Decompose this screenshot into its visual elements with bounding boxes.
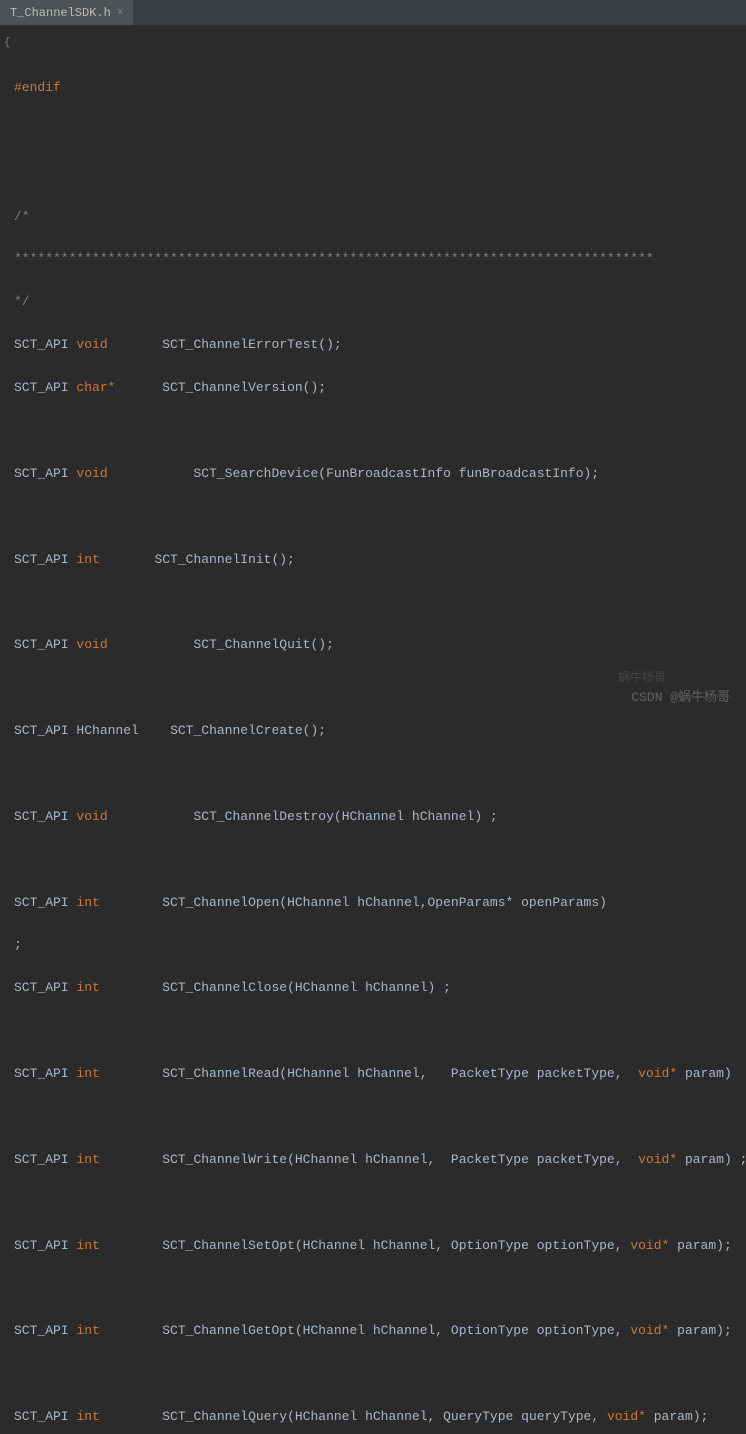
comment-open: /* — [14, 206, 742, 227]
comment-stars: ****************************************… — [14, 248, 742, 269]
fn-read: SCT_ChannelRead(HChannel hChannel, Packe… — [162, 1066, 638, 1081]
fold-brace: { — [4, 34, 11, 52]
fn-close: SCT_ChannelClose(HChannel hChannel) ; — [162, 980, 451, 995]
fn-setopt: SCT_ChannelSetOpt(HChannel hChannel, Opt… — [162, 1238, 630, 1253]
api-macro: SCT_API — [14, 337, 69, 352]
fn-init: SCT_ChannelInit(); — [154, 552, 294, 567]
endif: #endif — [14, 80, 61, 95]
tab-bar: T_ChannelSDK.h × — [0, 0, 746, 26]
close-icon[interactable]: × — [117, 7, 124, 19]
kw-void: void — [76, 337, 107, 352]
code-editor[interactable]: { #endif /* ****************************… — [0, 26, 746, 717]
fn-destroy: SCT_ChannelDestroy(HChannel hChannel) ; — [193, 809, 497, 824]
fn-open: SCT_ChannelOpen(HChannel hChannel,OpenPa… — [162, 895, 607, 910]
fn-create: SCT_ChannelCreate(); — [170, 723, 326, 738]
file-tab[interactable]: T_ChannelSDK.h × — [0, 0, 133, 25]
fn-search-device: SCT_SearchDevice(FunBroadcastInfo funBro… — [193, 466, 599, 481]
tab-filename: T_ChannelSDK.h — [10, 6, 111, 20]
fn-quit: SCT_ChannelQuit(); — [193, 637, 333, 652]
fn-getopt: SCT_ChannelGetOpt(HChannel hChannel, Opt… — [162, 1323, 630, 1338]
comment-close: */ — [14, 291, 742, 312]
fn-error-test: SCT_ChannelErrorTest(); — [162, 337, 341, 352]
fn-write: SCT_ChannelWrite(HChannel hChannel, Pack… — [162, 1152, 638, 1167]
fn-query: SCT_ChannelQuery(HChannel hChannel, Quer… — [162, 1409, 607, 1424]
fn-version: SCT_ChannelVersion(); — [162, 380, 326, 395]
